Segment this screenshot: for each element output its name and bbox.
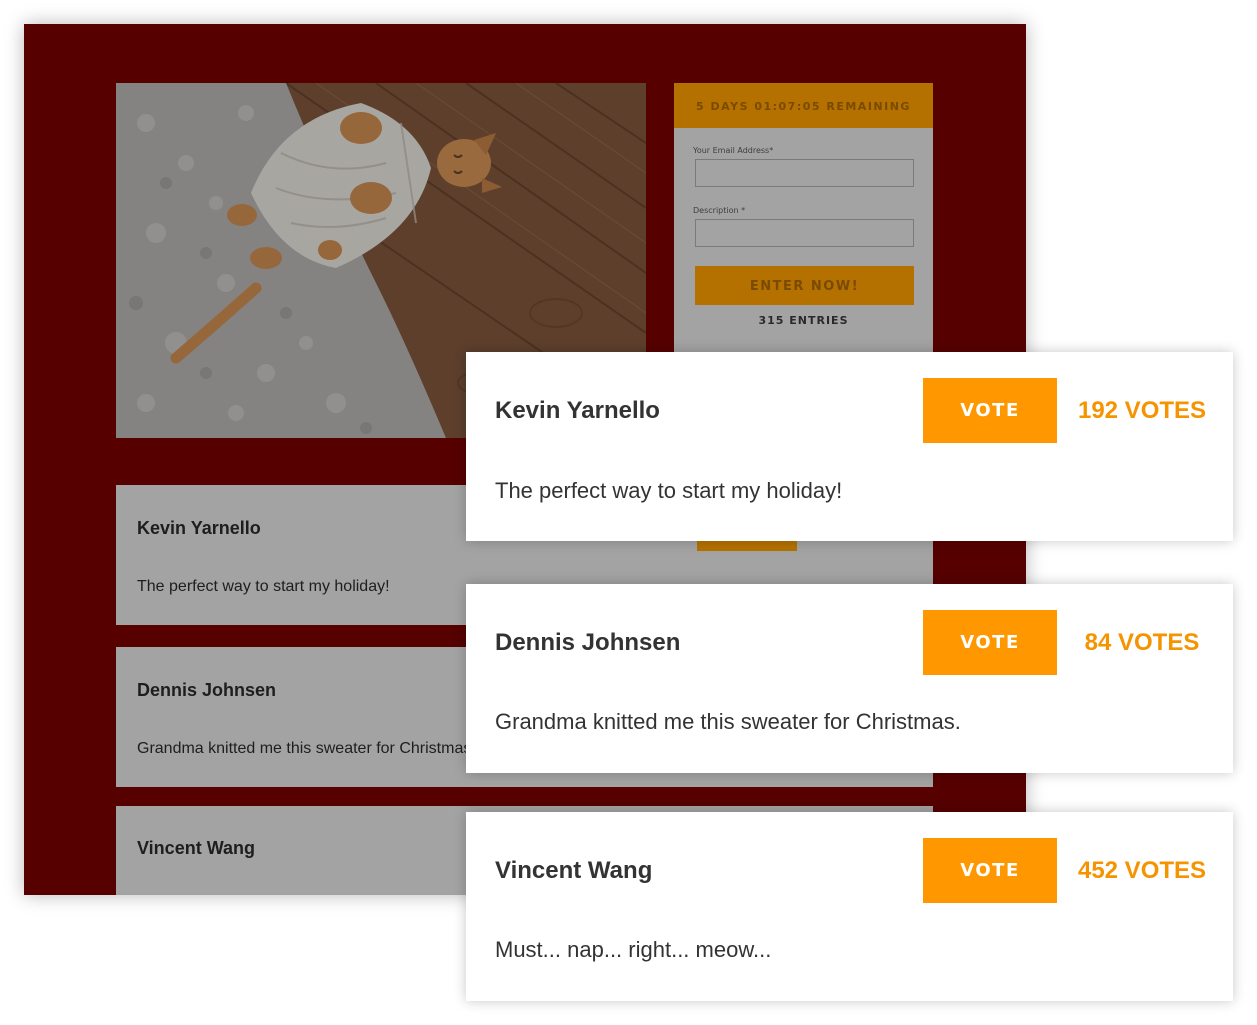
entry-name: Kevin Yarnello bbox=[137, 518, 261, 538]
entry-card: Vincent Wang VOTE 452 VOTES Must... nap.… bbox=[466, 812, 1233, 1001]
vote-button[interactable]: VOTE bbox=[923, 378, 1057, 443]
vote-button[interactable]: VOTE bbox=[923, 610, 1057, 675]
entry-description: Grandma knitted me this sweater for Chri… bbox=[495, 709, 961, 734]
entry-card: Kevin Yarnello VOTE 192 VOTES The perfec… bbox=[466, 352, 1233, 541]
entry-card: Dennis Johnsen VOTE 84 VOTES Grandma kni… bbox=[466, 584, 1233, 773]
entry-name: Kevin Yarnello bbox=[495, 397, 660, 424]
entry-name: Vincent Wang bbox=[137, 838, 256, 858]
email-field[interactable] bbox=[695, 159, 914, 187]
vote-button[interactable]: VOTE bbox=[923, 838, 1057, 903]
vote-count: 84 VOTES bbox=[1084, 629, 1200, 656]
entries-count: 315 ENTRIES bbox=[758, 314, 849, 327]
countdown-timer: 5 DAYS 01:07:05 REMAINING bbox=[674, 83, 933, 128]
entry-description: The perfect way to start my holiday! bbox=[137, 578, 390, 595]
entry-name: Vincent Wang bbox=[495, 857, 653, 884]
entry-description: Must... nap... right... meow... bbox=[495, 937, 772, 962]
entry-description: The perfect way to start my holiday! bbox=[495, 478, 843, 503]
entry-description: Grandma knitted me this sweater for Chri… bbox=[137, 740, 476, 757]
contest-entry-form: 5 DAYS 01:07:05 REMAINING Your Email Add… bbox=[674, 83, 933, 373]
entry-name: Dennis Johnsen bbox=[137, 680, 277, 700]
entry-name: Dennis Johnsen bbox=[495, 629, 681, 656]
description-label: Description * bbox=[693, 206, 746, 215]
vote-button[interactable] bbox=[697, 540, 797, 551]
vote-count: 192 VOTES bbox=[1077, 397, 1207, 424]
email-label: Your Email Address* bbox=[693, 146, 774, 155]
description-field[interactable] bbox=[695, 219, 914, 247]
enter-now-button[interactable]: ENTER NOW! bbox=[695, 266, 914, 305]
vote-count: 452 VOTES bbox=[1077, 857, 1207, 884]
